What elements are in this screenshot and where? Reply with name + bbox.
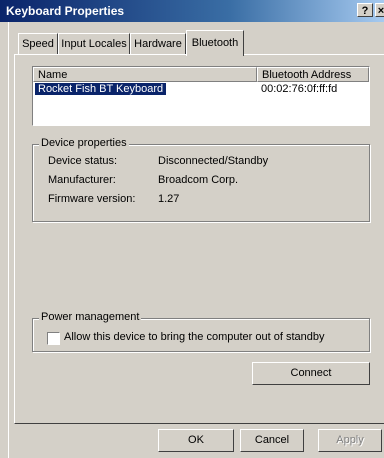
device-status-value: Disconnected/Standby bbox=[158, 155, 269, 167]
list-item[interactable]: Rocket Fish BT Keyboard bbox=[35, 82, 167, 96]
window-frame-edge bbox=[0, 22, 9, 458]
firmware-version-label: Firmware version: bbox=[48, 193, 136, 205]
cancel-button[interactable]: Cancel bbox=[240, 429, 304, 452]
close-button[interactable]: × bbox=[375, 3, 384, 17]
tab-speed[interactable]: Speed bbox=[18, 33, 58, 55]
column-header-name[interactable]: Name bbox=[33, 67, 257, 82]
manufacturer-value: Broadcom Corp. bbox=[158, 174, 239, 186]
title-bar: Keyboard Properties ? × bbox=[0, 0, 384, 22]
device-name: Rocket Fish BT Keyboard bbox=[35, 83, 167, 95]
firmware-version-value: 1.27 bbox=[158, 193, 180, 205]
ok-button[interactable]: OK bbox=[158, 429, 234, 452]
window-title: Keyboard Properties bbox=[6, 4, 125, 18]
connect-button[interactable]: Connect bbox=[252, 362, 370, 385]
device-address: 00:02:76:0f:ff:fd bbox=[261, 83, 338, 95]
device-status-label: Device status: bbox=[48, 155, 118, 167]
help-button[interactable]: ? bbox=[357, 3, 373, 17]
manufacturer-label: Manufacturer: bbox=[48, 174, 116, 186]
tab-input-locales[interactable]: Input Locales bbox=[58, 33, 130, 55]
device-properties-legend: Device properties bbox=[39, 137, 129, 149]
standby-wake-checkbox[interactable] bbox=[47, 332, 60, 345]
standby-wake-label[interactable]: Allow this device to bring the computer … bbox=[64, 331, 324, 343]
apply-button[interactable]: Apply bbox=[318, 429, 382, 452]
power-management-legend: Power management bbox=[39, 311, 142, 323]
tab-bluetooth[interactable]: Bluetooth bbox=[186, 30, 244, 56]
device-list[interactable]: Name Bluetooth Address Rocket Fish BT Ke… bbox=[32, 66, 370, 126]
tab-hardware[interactable]: Hardware bbox=[130, 33, 186, 55]
column-header-bluetooth-address[interactable]: Bluetooth Address bbox=[257, 67, 369, 82]
